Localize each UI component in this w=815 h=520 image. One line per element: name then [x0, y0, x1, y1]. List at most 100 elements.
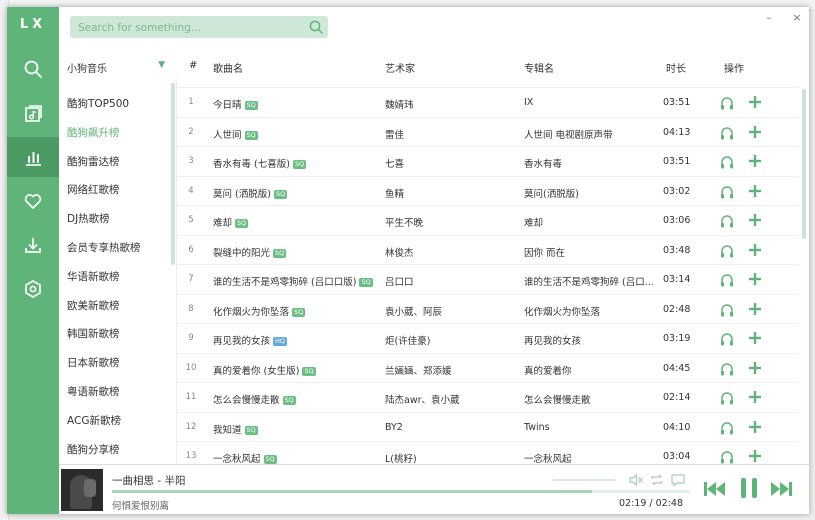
- song-duration: 04:10: [663, 421, 691, 433]
- leaderboard-item[interactable]: 酷狗分享榜: [67, 442, 120, 457]
- add-icon[interactable]: [747, 153, 763, 169]
- app-window: LX Search for something... – × 小狗音乐 ▼ # …: [7, 7, 809, 514]
- song-name: 人世间 SQ: [213, 127, 258, 141]
- table-row[interactable]: 9 再见我的女孩 HQ 炬(许佳豪) 再见我的女孩 03:19: [177, 323, 799, 353]
- add-icon[interactable]: [747, 124, 763, 140]
- play-icon[interactable]: [719, 272, 735, 288]
- pause-icon[interactable]: [739, 477, 759, 499]
- nav-search[interactable]: [7, 49, 59, 89]
- song-name: 香水有毒 (七喜版) SQ: [213, 156, 307, 170]
- quality-badge: HQ: [273, 337, 288, 346]
- table-row[interactable]: 2 人世间 SQ 雷佳 人世间 电视剧原声带 04:13: [177, 116, 799, 147]
- leaderboard-item[interactable]: 网络红歌榜: [67, 182, 120, 197]
- table-row[interactable]: 13 一念秋风起 SQ L(桃籽) 一念秋风起 03:04: [177, 441, 799, 464]
- source-select[interactable]: 小狗音乐 ▼: [67, 60, 165, 75]
- leaderboard-item[interactable]: DJ热歌榜: [67, 211, 110, 226]
- column-song-name: 歌曲名: [213, 64, 243, 75]
- leaderboard-scrollbar[interactable]: [171, 83, 175, 265]
- add-icon[interactable]: [747, 448, 763, 464]
- leaderboard-item[interactable]: 华语新歌榜: [67, 269, 120, 284]
- progress-bar[interactable]: [112, 490, 690, 493]
- previous-track-icon[interactable]: [703, 481, 727, 497]
- add-icon[interactable]: [747, 94, 763, 110]
- search-box[interactable]: [70, 16, 328, 38]
- add-icon[interactable]: [747, 271, 763, 287]
- song-artist: 平生不晚: [385, 218, 424, 229]
- quality-badge: SQ: [273, 248, 287, 258]
- source-label: 小狗音乐: [67, 64, 107, 75]
- search-icon[interactable]: [308, 19, 324, 35]
- table-row[interactable]: 6 裂缝中的阳光 SQ 林俊杰 因你 而在 03:48: [177, 234, 799, 265]
- leaderboard-item[interactable]: 欧美新歌榜: [67, 298, 120, 313]
- table-row[interactable]: 11 怎么会慢慢走散 SQ 陆杰awr、袁小葳 怎么会慢慢走散 02:14: [177, 382, 799, 412]
- play-icon[interactable]: [719, 95, 735, 111]
- nav-favorites[interactable]: [7, 181, 59, 221]
- table-row[interactable]: 12 我知道 SQ BY2 Twins 04:10: [177, 411, 799, 442]
- song-artist: 雷佳: [385, 129, 405, 141]
- song-number: 10: [185, 362, 197, 373]
- leaderboard-item[interactable]: 酷狗飙升榜: [67, 125, 120, 140]
- play-icon[interactable]: [719, 243, 735, 259]
- leaderboard-item[interactable]: ACG新歌榜: [67, 413, 121, 428]
- play-icon[interactable]: [719, 125, 735, 141]
- next-track-icon[interactable]: [769, 481, 793, 497]
- table-row[interactable]: 7 谁的生活不是鸡零狗碎 (吕口口版) SQ 吕口口 谁的生活不是鸡零狗碎 (吕口...…: [177, 264, 799, 294]
- add-icon[interactable]: [747, 360, 763, 376]
- play-icon[interactable]: [719, 390, 735, 406]
- play-icon[interactable]: [719, 213, 735, 229]
- leaderboard-item[interactable]: 韩国新歌榜: [67, 326, 120, 341]
- close-button[interactable]: ×: [790, 11, 804, 25]
- volume-slider[interactable]: [553, 479, 615, 481]
- leaderboard-item[interactable]: 酷狗雷达榜: [67, 154, 120, 169]
- play-icon[interactable]: [719, 154, 735, 170]
- song-artist: BY2: [385, 421, 403, 433]
- nav-leaderboard[interactable]: [7, 137, 59, 177]
- song-number: 6: [188, 244, 194, 255]
- song-number: 13: [185, 451, 197, 461]
- song-artist: L(桃籽): [385, 454, 417, 464]
- play-icon[interactable]: [719, 331, 735, 347]
- minimize-button[interactable]: –: [762, 11, 776, 25]
- play-icon[interactable]: [719, 420, 735, 436]
- add-icon[interactable]: [747, 242, 763, 258]
- play-icon[interactable]: [719, 449, 735, 464]
- volume-mute-icon[interactable]: [628, 473, 644, 487]
- table-row[interactable]: 10 真的爱着你 (女生版) SQ 兰婳婳、郑添媛 真的爱着你 04:45: [177, 352, 799, 383]
- leaderboard-item[interactable]: 酷狗TOP500: [67, 96, 129, 111]
- main-panel: – × 小狗音乐 ▼ # 歌曲名 艺术家 专辑名 时长 操作 酷狗TOP500酷…: [59, 7, 809, 514]
- table-row[interactable]: 8 化作烟火为你坠落 SQ 袁小葳、阿辰 化作烟火为你坠落 02:48: [177, 293, 799, 324]
- play-icon[interactable]: [719, 302, 735, 318]
- add-icon[interactable]: [747, 330, 763, 346]
- repeat-icon[interactable]: [649, 473, 665, 487]
- play-icon[interactable]: [719, 361, 735, 377]
- comment-icon[interactable]: [670, 473, 686, 487]
- album-cover[interactable]: [61, 469, 103, 511]
- song-name-text: 谁的生活不是鸡零狗碎 (吕口口版): [213, 277, 357, 288]
- nav-music-library[interactable]: [7, 93, 59, 133]
- song-name-text: 裂缝中的阳光: [213, 247, 271, 259]
- quality-badge: SQ: [292, 307, 306, 317]
- nav-download[interactable]: [7, 225, 59, 265]
- song-name-text: 再见我的女孩: [213, 336, 271, 347]
- song-number: 3: [188, 156, 194, 166]
- song-album: 再见我的女孩: [524, 336, 582, 347]
- song-table-scrollbar[interactable]: [802, 89, 806, 239]
- add-icon[interactable]: [747, 419, 763, 435]
- add-icon[interactable]: [747, 301, 763, 317]
- quality-badge: SQ: [292, 160, 307, 169]
- table-row[interactable]: 5 难却 SQ 平生不晚 难却 03:06: [177, 205, 799, 235]
- add-icon[interactable]: [747, 389, 763, 405]
- song-duration: 04:45: [663, 362, 691, 374]
- table-row[interactable]: 3 香水有毒 (七喜版) SQ 七喜 香水有毒 03:51: [177, 146, 799, 176]
- play-icon[interactable]: [719, 184, 735, 200]
- table-row[interactable]: 4 莫问 (洒脱版) SQ 鱼精 莫问(洒脱版) 03:02: [177, 175, 799, 206]
- add-icon[interactable]: [747, 212, 763, 228]
- leaderboard-item[interactable]: 会员专享热歌榜: [67, 240, 141, 255]
- cover-highlight: [84, 479, 96, 497]
- search-input[interactable]: [76, 19, 300, 37]
- leaderboard-item[interactable]: 粤语新歌榜: [67, 384, 120, 399]
- table-row[interactable]: 1 今日晴 SQ 魏婧玮 IX 03:51: [177, 87, 799, 117]
- add-icon[interactable]: [747, 183, 763, 199]
- leaderboard-item[interactable]: 日本新歌榜: [67, 355, 120, 370]
- nav-settings[interactable]: [7, 269, 59, 309]
